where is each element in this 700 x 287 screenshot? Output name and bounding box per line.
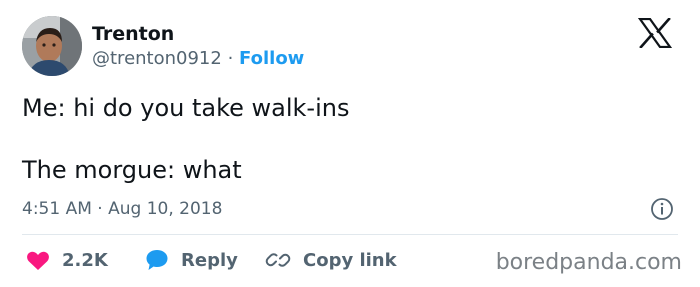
tweet-timestamp[interactable]: 4:51 AM · Aug 10, 2018 (22, 197, 222, 221)
info-icon[interactable] (650, 197, 674, 221)
like-count: 2.2K (62, 249, 108, 271)
tweet-time[interactable]: 4:51 AM (22, 199, 92, 219)
author-handle-row: @trenton0912 · Follow (92, 48, 304, 70)
follow-button[interactable]: Follow (239, 48, 304, 69)
timestamp-separator: · (97, 199, 103, 219)
heart-icon (27, 251, 49, 270)
x-logo-icon[interactable] (638, 18, 672, 48)
tweet-text-line-2: The morgue: what (22, 156, 242, 184)
reply-button[interactable]: Reply (145, 247, 238, 273)
handle-separator: · (227, 48, 234, 69)
link-icon (265, 253, 291, 267)
speech-bubble-icon (146, 250, 168, 270)
avatar-image (22, 16, 82, 76)
actions-divider (22, 234, 678, 235)
like-button[interactable]: 2.2K (26, 247, 108, 273)
tweet-text-line-1: Me: hi do you take walk-ins (22, 94, 350, 122)
avatar[interactable] (22, 16, 82, 76)
copy-link-label: Copy link (303, 249, 397, 271)
author-handle[interactable]: @trenton0912 (92, 48, 222, 69)
tweet-date[interactable]: Aug 10, 2018 (108, 199, 222, 219)
author-display-name[interactable]: Trenton (92, 23, 174, 45)
watermark: boredpanda.com (495, 250, 682, 275)
reply-label: Reply (181, 249, 238, 271)
copy-link-button[interactable]: Copy link (265, 247, 397, 273)
